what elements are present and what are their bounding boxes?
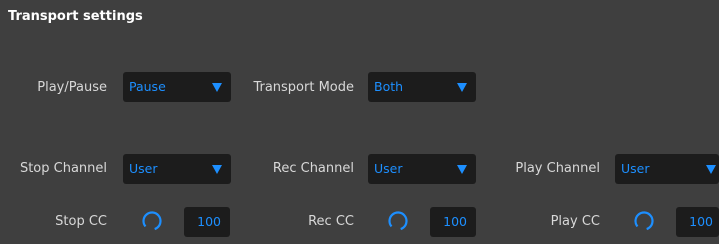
stop-cc-knob[interactable] [141,210,163,232]
rec-cc-value: 100 [443,214,467,229]
triangle-down-icon [212,165,222,174]
stop-channel-dropdown[interactable]: User [123,154,231,184]
play-pause-label: Play/Pause [37,80,107,95]
play-channel-label: Play Channel [515,161,600,176]
triangle-down-icon [457,83,467,92]
triangle-down-icon [706,165,716,174]
transport-mode-value: Both [374,79,404,94]
stop-channel-label: Stop Channel [19,161,107,176]
stop-cc-label: Stop CC [55,214,107,229]
play-channel-dropdown[interactable]: User [615,154,719,184]
stop-cc-field[interactable]: 100 [184,207,230,237]
rec-channel-label: Rec Channel [272,161,354,176]
stop-channel-value: User [129,161,158,176]
play-channel-value: User [621,161,650,176]
play-pause-value: Pause [129,79,166,94]
stop-cc-value: 100 [197,214,221,229]
play-cc-value: 100 [689,214,713,229]
rec-channel-value: User [374,161,403,176]
section-title: Transport settings [8,9,143,24]
transport-mode-dropdown[interactable]: Both [368,72,476,102]
rec-cc-field[interactable]: 100 [430,207,476,237]
play-cc-field[interactable]: 100 [676,207,719,237]
triangle-down-icon [457,165,467,174]
play-cc-label: Play CC [550,214,600,229]
transport-settings-panel: Transport settings Play/Pause Pause Tran… [0,0,719,244]
play-cc-knob[interactable] [633,210,655,232]
rec-cc-label: Rec CC [308,214,354,229]
transport-mode-label: Transport Mode [253,80,354,95]
rec-cc-knob[interactable] [387,210,409,232]
rec-channel-dropdown[interactable]: User [368,154,476,184]
